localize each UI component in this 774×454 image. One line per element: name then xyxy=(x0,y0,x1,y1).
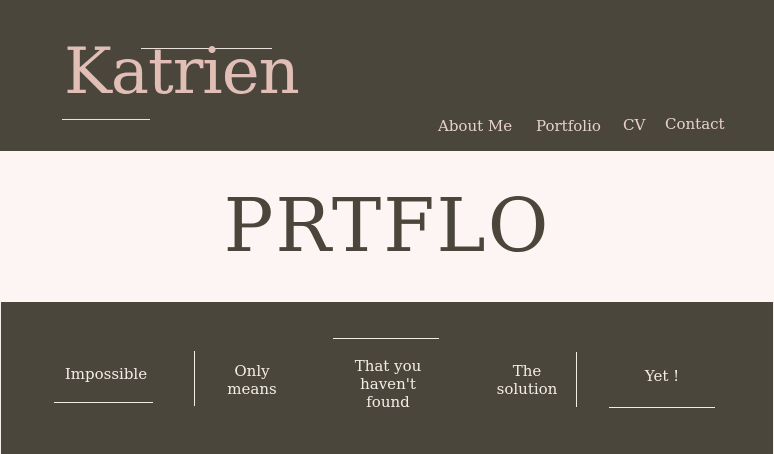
tagline-word-that-you-havent-found: That you haven't found xyxy=(354,357,422,411)
divider-underline-yet xyxy=(609,407,715,408)
tagline-word-yet: Yet ! xyxy=(644,367,680,385)
divider-overline-that-you xyxy=(333,338,439,339)
logo-rule-bottom xyxy=(62,119,150,120)
nav-link-cv[interactable]: CV xyxy=(623,116,645,134)
divider-underline-impossible xyxy=(54,402,153,403)
tagline-word-impossible: Impossible xyxy=(64,365,148,383)
tagline-word-the-solution: The solution xyxy=(496,362,558,398)
divider-vertical-1 xyxy=(194,351,195,406)
hero-banner: PRTFLO xyxy=(0,151,774,302)
nav-link-contact[interactable]: Contact xyxy=(665,115,725,133)
site-header: Katrien About Me Portfolio CV Contact xyxy=(0,0,774,151)
site-logo[interactable]: Katrien xyxy=(64,40,300,104)
nav-link-portfolio[interactable]: Portfolio xyxy=(536,117,601,135)
tagline-word-only-means: Only means xyxy=(227,362,277,398)
hero-title: PRTFLO xyxy=(223,183,551,269)
nav-link-about-me[interactable]: About Me xyxy=(438,117,512,135)
divider-vertical-2 xyxy=(576,352,577,407)
portfolio-page: Katrien About Me Portfolio CV Contact PR… xyxy=(0,0,774,454)
